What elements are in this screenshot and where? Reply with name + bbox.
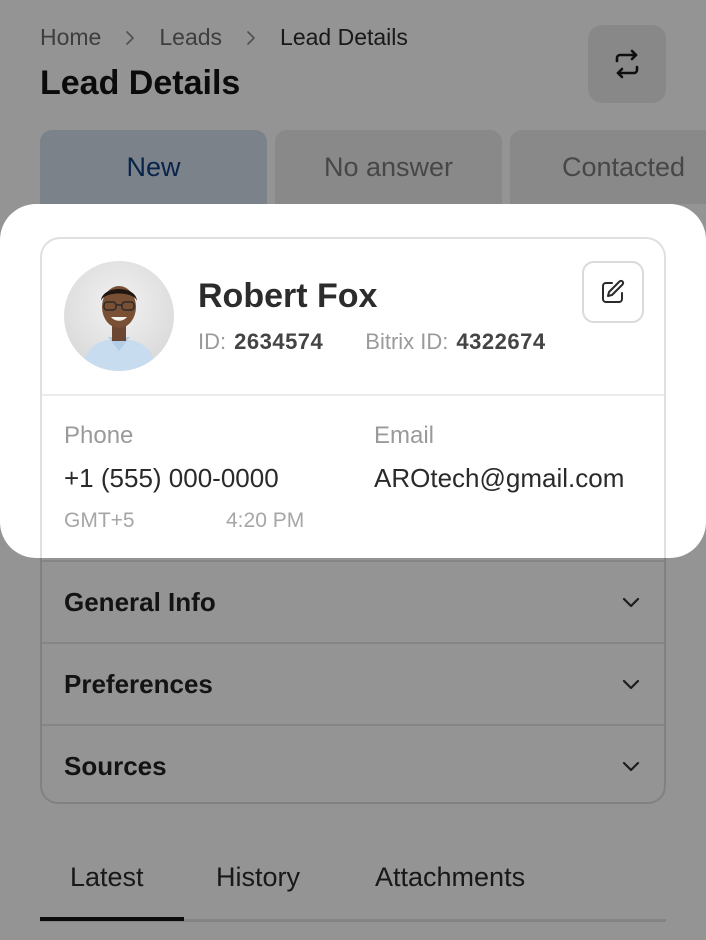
lead-name: Robert Fox bbox=[198, 277, 378, 315]
email-value[interactable]: AROtech@gmail.com bbox=[374, 463, 624, 494]
person-photo-icon bbox=[82, 286, 156, 371]
phone-label: Phone bbox=[64, 422, 134, 449]
email-label: Email bbox=[374, 422, 435, 449]
phone-value[interactable]: +1 (555) 000-0000 bbox=[64, 463, 279, 494]
bitrix-id-value: 4322674 bbox=[456, 329, 546, 354]
id-value: 2634574 bbox=[234, 329, 324, 354]
bitrix-id-label: Bitrix ID: bbox=[365, 329, 449, 354]
divider bbox=[42, 394, 664, 396]
edit-lead-button[interactable] bbox=[582, 261, 644, 323]
edit-icon bbox=[602, 279, 625, 303]
lead-ids: ID: 2634574 Bitrix ID: 4322674 bbox=[198, 329, 546, 355]
timezone: GMT+5 bbox=[64, 509, 135, 532]
local-time: 4:20 PM bbox=[226, 509, 305, 532]
id-label: ID: bbox=[198, 329, 227, 354]
lead-contact-card: Robert Fox ID: 2634574 Bitrix ID: 432267… bbox=[40, 237, 666, 558]
highlighted-lead-card-panel: Robert Fox ID: 2634574 Bitrix ID: 432267… bbox=[0, 204, 706, 558]
avatar bbox=[64, 261, 174, 371]
